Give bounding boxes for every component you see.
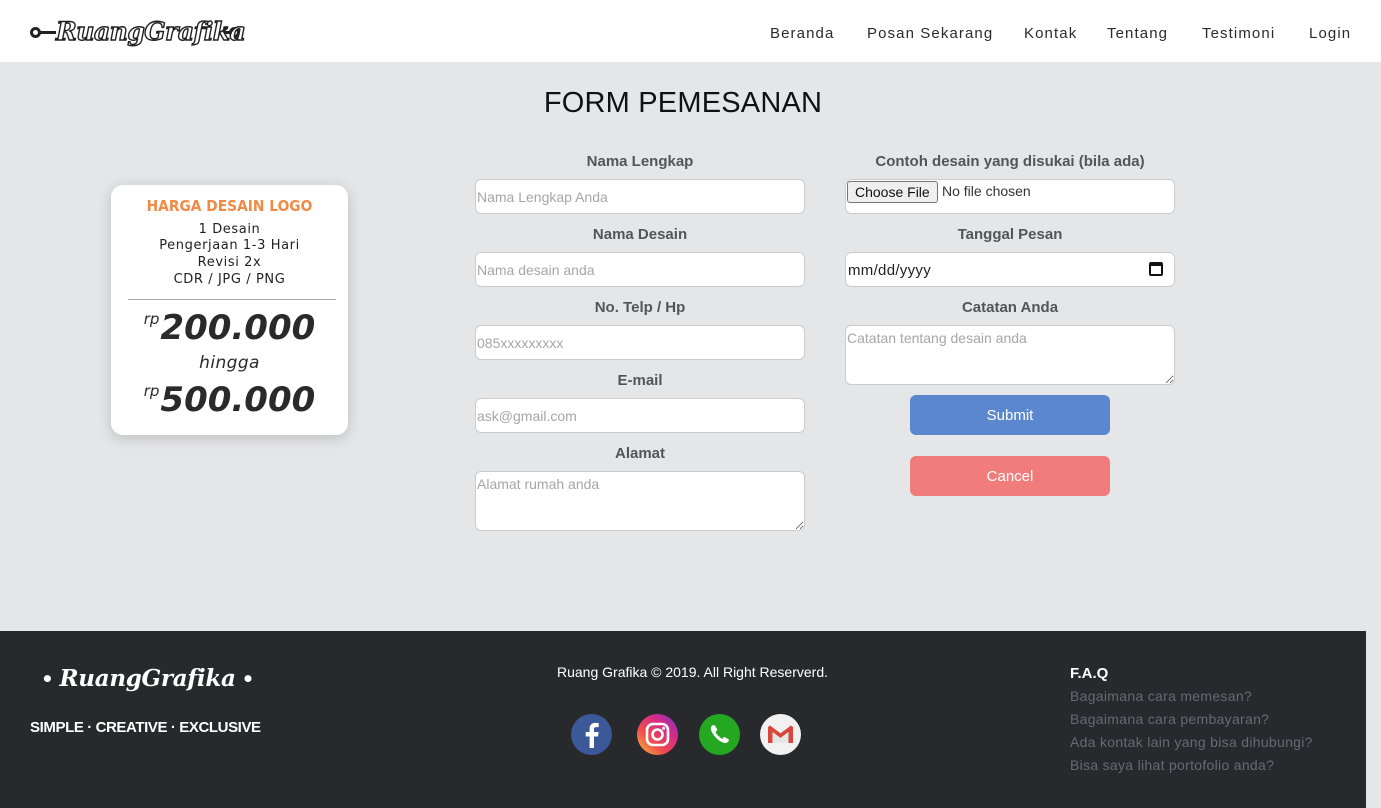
footer-logo-dot: • <box>41 667 54 691</box>
footer-logo-dot: • <box>241 667 255 691</box>
currency-label: rp <box>143 310 160 328</box>
catatan-label: Catatan Anda <box>961 299 1059 316</box>
nav-kontak[interactable]: Kontak <box>1024 25 1077 42</box>
currency-label: rp <box>143 382 160 400</box>
catatan-textarea[interactable] <box>845 325 1175 385</box>
page-title: FORM PEMESANAN <box>543 87 823 119</box>
faq-item[interactable]: Bagaimana cara pembayaran? <box>1070 711 1269 727</box>
footer-brand: RuangGrafika <box>59 665 236 692</box>
nav-tentang[interactable]: Tentang <box>1107 25 1168 42</box>
faq-title: F.A.Q <box>1070 665 1109 682</box>
page-edge <box>1366 631 1381 808</box>
submit-button[interactable]: Submit <box>910 395 1110 435</box>
whatsapp-icon[interactable] <box>699 714 740 755</box>
footer: • RuangGrafika • SIMPLE · CREATIVE · EXCLU… <box>0 631 1366 808</box>
nama-desain-label: Nama Desain <box>592 226 688 243</box>
faq-item[interactable]: Bisa saya lihat portofolio anda? <box>1070 757 1274 773</box>
instagram-icon[interactable] <box>637 714 678 755</box>
price-feature: Revisi 2x <box>197 255 262 270</box>
faq-item[interactable]: Bagaimana cara memesan? <box>1070 688 1252 704</box>
price-feature: CDR / JPG / PNG <box>173 272 286 287</box>
nav-login[interactable]: Login <box>1309 25 1351 42</box>
price-feature: Pengerjaan 1-3 Hari <box>159 238 300 253</box>
choose-file-button[interactable]: Choose File <box>847 181 938 203</box>
footer-logo: • RuangGrafika • <box>35 665 260 692</box>
price-between-label: hingga <box>199 353 260 373</box>
telp-input[interactable] <box>475 325 805 360</box>
alamat-label: Alamat <box>614 445 666 462</box>
cancel-button[interactable]: Cancel <box>910 456 1110 496</box>
contoh-desain-label: Contoh desain yang disukai (bila ada) <box>875 153 1145 170</box>
telp-label: No. Telp / Hp <box>594 299 686 316</box>
price-card: HARGA DESAIN LOGO 1 Desain Pengerjaan 1-… <box>111 185 348 435</box>
footer-tagline: SIMPLE · CREATIVE · EXCLUSIVE <box>30 719 261 736</box>
nav-posan-sekarang[interactable]: Posan Sekarang <box>867 25 993 42</box>
nav-testimoni[interactable]: Testimoni <box>1202 25 1275 42</box>
price-max: rp500.000 <box>111 380 348 420</box>
nama-lengkap-input[interactable] <box>475 179 805 214</box>
nama-desain-input[interactable] <box>475 252 805 287</box>
email-label: E-mail <box>617 372 663 389</box>
price-card-divider <box>128 299 336 300</box>
price-card-title: HARGA DESAIN LOGO <box>146 197 313 215</box>
facebook-icon[interactable] <box>571 714 612 755</box>
alamat-textarea[interactable] <box>475 471 805 531</box>
nav-beranda[interactable]: Beranda <box>770 25 834 42</box>
tanggal-date-input[interactable]: mm/dd/yyyy <box>845 252 1175 287</box>
email-input[interactable] <box>475 398 805 433</box>
price-min: rp200.000 <box>111 308 348 348</box>
price-min-value: 200.000 <box>160 308 316 348</box>
file-upload-field[interactable]: Choose File No file chosen <box>845 179 1175 214</box>
top-navbar: RuangGrafika Beranda Posan Sekarang Kont… <box>0 0 1381 62</box>
nama-lengkap-label: Nama Lengkap <box>586 153 694 170</box>
brand-logo-text: RuangGrafika <box>55 14 247 50</box>
file-status-text: No file chosen <box>942 183 1031 199</box>
calendar-icon[interactable] <box>1149 262 1163 276</box>
gmail-icon[interactable] <box>760 714 801 755</box>
price-feature: 1 Desain <box>198 222 261 237</box>
date-value: mm/dd/yyyy <box>848 262 932 279</box>
faq-item[interactable]: Ada kontak lain yang bisa dihubungi? <box>1070 734 1313 750</box>
price-max-value: 500.000 <box>160 380 316 420</box>
brand-logo[interactable]: RuangGrafika <box>30 14 247 50</box>
footer-copyright: Ruang Grafika © 2019. All Right Reserver… <box>557 664 829 680</box>
tanggal-label: Tanggal Pesan <box>957 226 1063 243</box>
